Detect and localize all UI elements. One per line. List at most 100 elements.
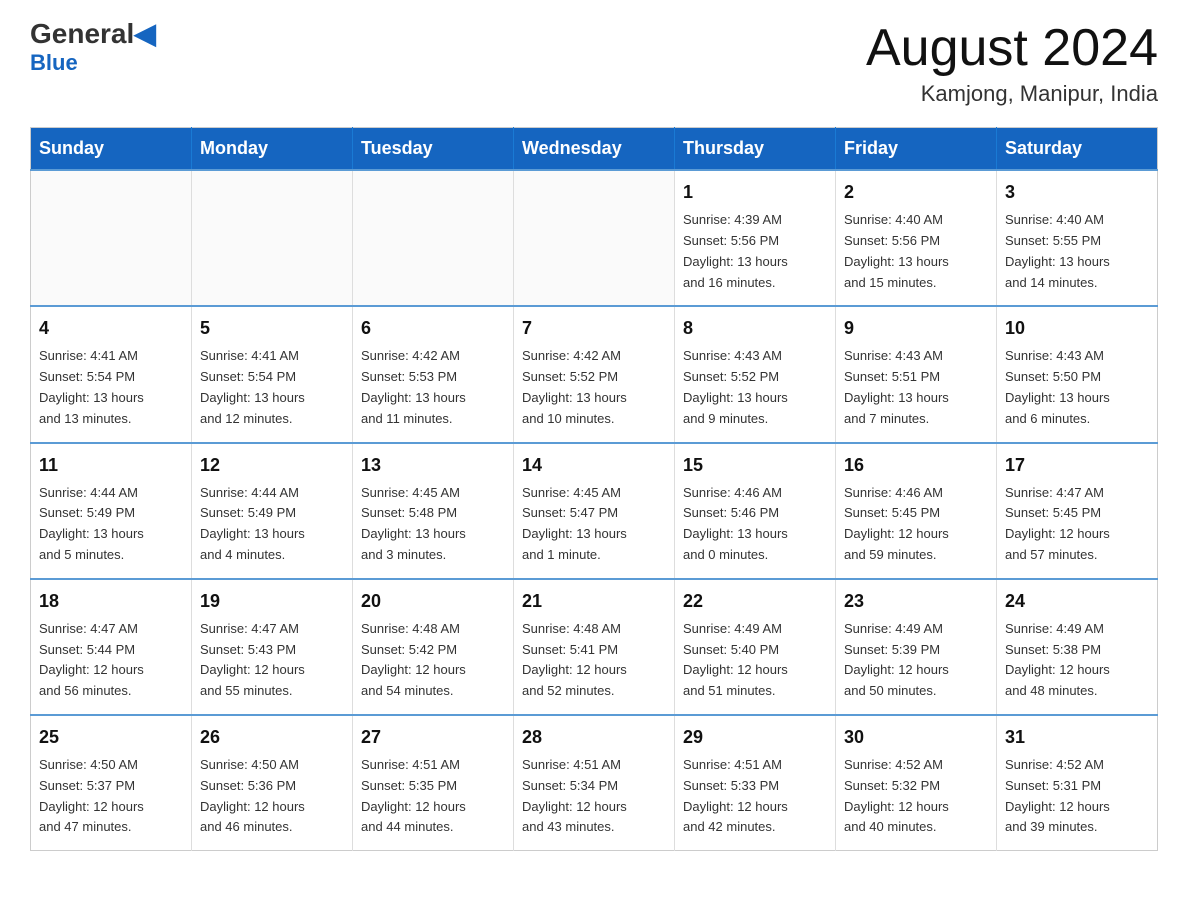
day-number: 12	[200, 452, 344, 479]
day-cell: 1 Sunrise: 4:39 AM Sunset: 5:56 PM Daylig…	[675, 170, 836, 306]
logo-top: General◀	[30, 20, 156, 48]
page-header: General◀ Blue August 2024 Kamjong, Manip…	[30, 20, 1158, 107]
day-info: Sunrise: 4:52 AM Sunset: 5:31 PM Dayligh…	[1005, 755, 1149, 838]
week-row-4: 18 Sunrise: 4:47 AM Sunset: 5:44 PM Dayli…	[31, 579, 1158, 715]
day-number: 30	[844, 724, 988, 751]
day-info: Sunrise: 4:51 AM Sunset: 5:33 PM Dayligh…	[683, 755, 827, 838]
day-info: Sunrise: 4:48 AM Sunset: 5:41 PM Dayligh…	[522, 619, 666, 702]
day-info: Sunrise: 4:51 AM Sunset: 5:34 PM Dayligh…	[522, 755, 666, 838]
day-number: 21	[522, 588, 666, 615]
calendar-table: SundayMondayTuesdayWednesdayThursdayFrid…	[30, 127, 1158, 851]
day-cell: 26 Sunrise: 4:50 AM Sunset: 5:36 PM Dayli…	[192, 715, 353, 851]
day-number: 29	[683, 724, 827, 751]
day-cell: 28 Sunrise: 4:51 AM Sunset: 5:34 PM Dayli…	[514, 715, 675, 851]
day-number: 23	[844, 588, 988, 615]
month-title: August 2024	[866, 20, 1158, 77]
day-number: 22	[683, 588, 827, 615]
header-cell-thursday: Thursday	[675, 128, 836, 171]
day-info: Sunrise: 4:50 AM Sunset: 5:37 PM Dayligh…	[39, 755, 183, 838]
day-cell	[514, 170, 675, 306]
day-cell: 3Sunrise: 4:40 AM Sunset: 5:55 PM Daylig…	[997, 170, 1158, 306]
logo-arrow: ◀	[134, 18, 156, 49]
day-cell: 16 Sunrise: 4:46 AM Sunset: 5:45 PM Dayli…	[836, 443, 997, 579]
day-info: Sunrise: 4:49 AM Sunset: 5:40 PM Dayligh…	[683, 619, 827, 702]
day-cell: 2 Sunrise: 4:40 AM Sunset: 5:56 PM Daylig…	[836, 170, 997, 306]
logo: General◀ Blue	[30, 20, 156, 76]
day-number: 16	[844, 452, 988, 479]
day-cell: 15 Sunrise: 4:46 AM Sunset: 5:46 PM Dayli…	[675, 443, 836, 579]
day-info: Sunrise: 4:40 AM Sunset: 5:56 PM Dayligh…	[844, 210, 988, 293]
day-cell: 12 Sunrise: 4:44 AM Sunset: 5:49 PM Dayli…	[192, 443, 353, 579]
day-number: 28	[522, 724, 666, 751]
day-cell	[31, 170, 192, 306]
day-cell: 29 Sunrise: 4:51 AM Sunset: 5:33 PM Dayli…	[675, 715, 836, 851]
day-cell: 20 Sunrise: 4:48 AM Sunset: 5:42 PM Dayli…	[353, 579, 514, 715]
day-info: Sunrise: 4:39 AM Sunset: 5:56 PM Dayligh…	[683, 210, 827, 293]
day-number: 17	[1005, 452, 1149, 479]
day-cell: 10 Sunrise: 4:43 AM Sunset: 5:50 PM Dayli…	[997, 306, 1158, 442]
day-info: Sunrise: 4:50 AM Sunset: 5:36 PM Dayligh…	[200, 755, 344, 838]
week-row-3: 11 Sunrise: 4:44 AM Sunset: 5:49 PM Dayli…	[31, 443, 1158, 579]
day-info: Sunrise: 4:41 AM Sunset: 5:54 PM Dayligh…	[39, 346, 183, 429]
logo-bottom: Blue	[30, 50, 78, 76]
day-info: Sunrise: 4:43 AM Sunset: 5:51 PM Dayligh…	[844, 346, 988, 429]
calendar-body: 1 Sunrise: 4:39 AM Sunset: 5:56 PM Daylig…	[31, 170, 1158, 850]
day-cell: 23Sunrise: 4:49 AM Sunset: 5:39 PM Dayli…	[836, 579, 997, 715]
header-row: SundayMondayTuesdayWednesdayThursdayFrid…	[31, 128, 1158, 171]
day-number: 6	[361, 315, 505, 342]
day-number: 8	[683, 315, 827, 342]
day-info: Sunrise: 4:49 AM Sunset: 5:38 PM Dayligh…	[1005, 619, 1149, 702]
header-cell-monday: Monday	[192, 128, 353, 171]
day-number: 10	[1005, 315, 1149, 342]
day-cell: 13Sunrise: 4:45 AM Sunset: 5:48 PM Dayli…	[353, 443, 514, 579]
day-number: 31	[1005, 724, 1149, 751]
day-number: 14	[522, 452, 666, 479]
day-cell: 5Sunrise: 4:41 AM Sunset: 5:54 PM Daylig…	[192, 306, 353, 442]
day-info: Sunrise: 4:47 AM Sunset: 5:45 PM Dayligh…	[1005, 483, 1149, 566]
day-info: Sunrise: 4:45 AM Sunset: 5:48 PM Dayligh…	[361, 483, 505, 566]
day-number: 25	[39, 724, 183, 751]
day-info: Sunrise: 4:44 AM Sunset: 5:49 PM Dayligh…	[200, 483, 344, 566]
day-info: Sunrise: 4:47 AM Sunset: 5:44 PM Dayligh…	[39, 619, 183, 702]
day-info: Sunrise: 4:47 AM Sunset: 5:43 PM Dayligh…	[200, 619, 344, 702]
header-cell-friday: Friday	[836, 128, 997, 171]
day-number: 26	[200, 724, 344, 751]
day-info: Sunrise: 4:44 AM Sunset: 5:49 PM Dayligh…	[39, 483, 183, 566]
location-title: Kamjong, Manipur, India	[866, 81, 1158, 107]
day-info: Sunrise: 4:46 AM Sunset: 5:45 PM Dayligh…	[844, 483, 988, 566]
day-cell: 30 Sunrise: 4:52 AM Sunset: 5:32 PM Dayli…	[836, 715, 997, 851]
day-cell: 17 Sunrise: 4:47 AM Sunset: 5:45 PM Dayli…	[997, 443, 1158, 579]
day-cell: 24 Sunrise: 4:49 AM Sunset: 5:38 PM Dayli…	[997, 579, 1158, 715]
day-number: 19	[200, 588, 344, 615]
day-cell: 21 Sunrise: 4:48 AM Sunset: 5:41 PM Dayli…	[514, 579, 675, 715]
day-info: Sunrise: 4:51 AM Sunset: 5:35 PM Dayligh…	[361, 755, 505, 838]
day-number: 9	[844, 315, 988, 342]
day-cell: 6Sunrise: 4:42 AM Sunset: 5:53 PM Daylig…	[353, 306, 514, 442]
day-number: 24	[1005, 588, 1149, 615]
day-number: 18	[39, 588, 183, 615]
day-cell	[353, 170, 514, 306]
day-number: 11	[39, 452, 183, 479]
calendar-header: SundayMondayTuesdayWednesdayThursdayFrid…	[31, 128, 1158, 171]
header-cell-sunday: Sunday	[31, 128, 192, 171]
day-info: Sunrise: 4:46 AM Sunset: 5:46 PM Dayligh…	[683, 483, 827, 566]
day-info: Sunrise: 4:48 AM Sunset: 5:42 PM Dayligh…	[361, 619, 505, 702]
day-cell: 8 Sunrise: 4:43 AM Sunset: 5:52 PM Daylig…	[675, 306, 836, 442]
day-info: Sunrise: 4:41 AM Sunset: 5:54 PM Dayligh…	[200, 346, 344, 429]
day-cell: 19 Sunrise: 4:47 AM Sunset: 5:43 PM Dayli…	[192, 579, 353, 715]
day-number: 1	[683, 179, 827, 206]
day-number: 2	[844, 179, 988, 206]
title-block: August 2024 Kamjong, Manipur, India	[866, 20, 1158, 107]
day-cell	[192, 170, 353, 306]
day-info: Sunrise: 4:43 AM Sunset: 5:50 PM Dayligh…	[1005, 346, 1149, 429]
day-info: Sunrise: 4:43 AM Sunset: 5:52 PM Dayligh…	[683, 346, 827, 429]
week-row-1: 1 Sunrise: 4:39 AM Sunset: 5:56 PM Daylig…	[31, 170, 1158, 306]
day-cell: 22 Sunrise: 4:49 AM Sunset: 5:40 PM Dayli…	[675, 579, 836, 715]
day-number: 15	[683, 452, 827, 479]
day-number: 3	[1005, 179, 1149, 206]
day-number: 20	[361, 588, 505, 615]
day-info: Sunrise: 4:45 AM Sunset: 5:47 PM Dayligh…	[522, 483, 666, 566]
day-number: 27	[361, 724, 505, 751]
day-info: Sunrise: 4:52 AM Sunset: 5:32 PM Dayligh…	[844, 755, 988, 838]
header-cell-tuesday: Tuesday	[353, 128, 514, 171]
